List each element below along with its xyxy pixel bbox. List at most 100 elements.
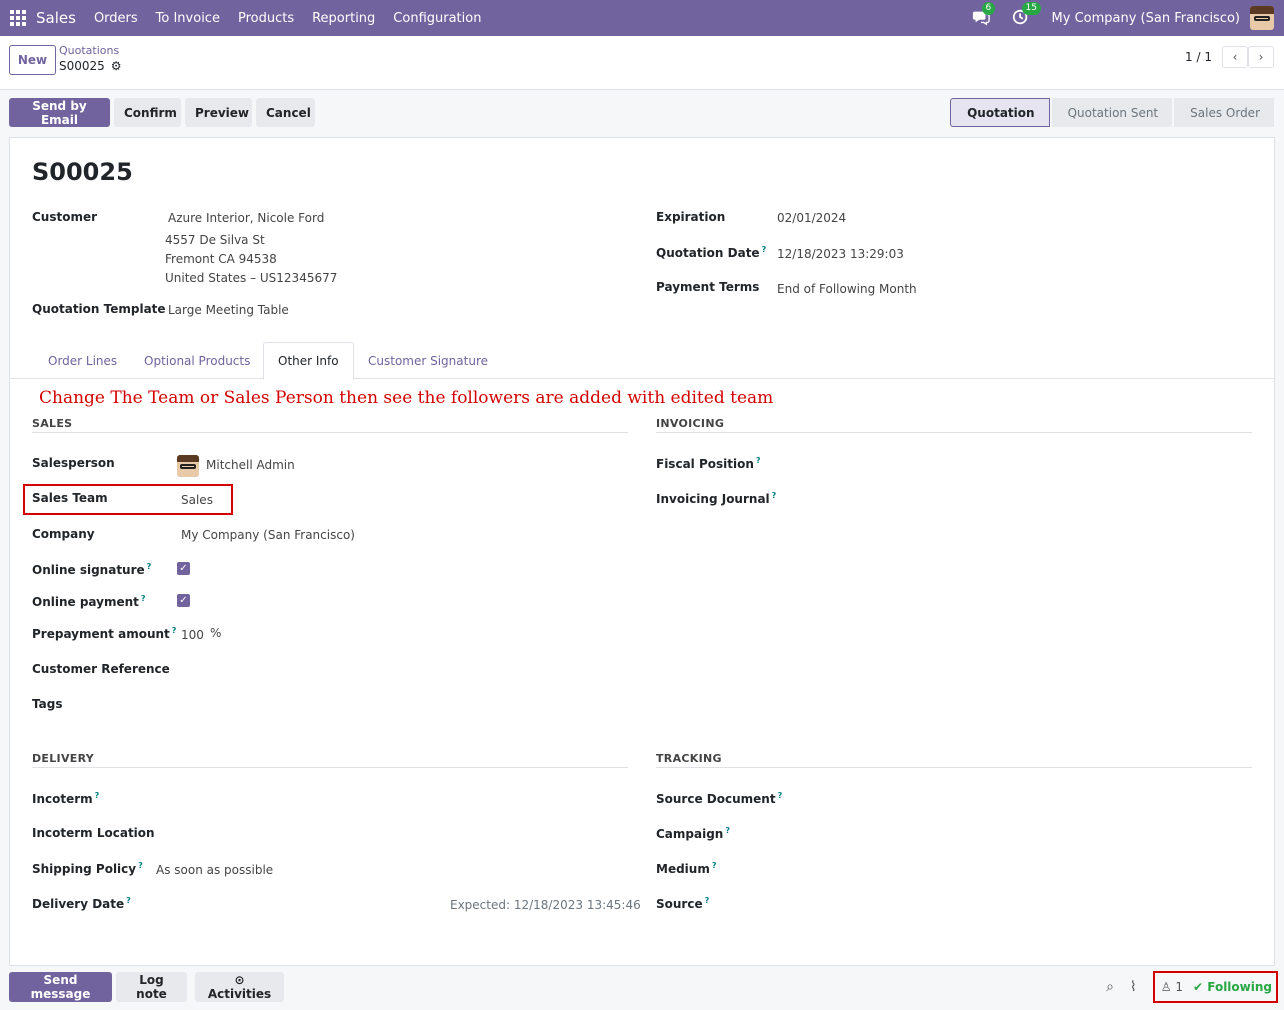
- new-button[interactable]: New: [9, 45, 56, 75]
- medium-label: Medium?: [656, 861, 717, 876]
- tags-label: Tags: [32, 697, 63, 711]
- search-icon[interactable]: ⌕: [1106, 979, 1114, 995]
- activities-clock-icon[interactable]: 15: [1012, 2, 1041, 28]
- help-icon: ?: [755, 456, 761, 465]
- breadcrumb-record: S00025: [59, 59, 105, 73]
- user-icon: ♙: [1160, 980, 1172, 994]
- payment-terms-value[interactable]: End of Following Month: [777, 282, 917, 296]
- tab-customer-signature[interactable]: Customer Signature: [354, 342, 502, 379]
- menu-configuration[interactable]: Configuration: [393, 11, 481, 26]
- messages-icon[interactable]: 6: [972, 2, 996, 28]
- source-label: Source?: [656, 896, 710, 911]
- activities-button[interactable]: ⊙ Activities: [195, 972, 284, 1002]
- quotation-template-value[interactable]: Large Meeting Table: [168, 303, 289, 317]
- help-icon: ?: [725, 826, 730, 835]
- online-payment-label: Online payment?: [32, 594, 146, 609]
- help-icon: ?: [146, 562, 152, 571]
- app-brand[interactable]: Sales: [36, 9, 76, 27]
- gear-icon[interactable]: ⚙: [111, 59, 122, 73]
- salesperson-value[interactable]: Mitchell Admin: [206, 458, 295, 472]
- following-button[interactable]: ✔ Following: [1193, 980, 1272, 994]
- form-sheet: S00025 Customer Azure Interior, Nicole F…: [9, 137, 1275, 966]
- stage-sales-order[interactable]: Sales Order: [1174, 98, 1274, 127]
- breadcrumb-quotations[interactable]: Quotations: [59, 44, 119, 57]
- menu-orders[interactable]: Orders: [94, 11, 138, 26]
- help-icon: ?: [711, 861, 717, 870]
- followers-button[interactable]: ♙ 1: [1161, 980, 1183, 994]
- pager-next-icon[interactable]: ›: [1248, 46, 1274, 68]
- tab-other-info[interactable]: Other Info: [263, 342, 354, 380]
- sales-team-label: Sales Team: [32, 491, 108, 505]
- help-icon: ?: [94, 791, 100, 800]
- quotation-date-value[interactable]: 12/18/2023 13:29:03: [777, 247, 904, 261]
- delivery-date-label: Delivery Date?: [32, 896, 131, 911]
- shipping-policy-label: Shipping Policy?: [32, 861, 143, 876]
- help-icon: ?: [777, 791, 783, 800]
- activities-badge: 15: [1021, 2, 1041, 15]
- pager-value[interactable]: 1 / 1: [1185, 50, 1212, 64]
- stage-quotation[interactable]: Quotation: [950, 98, 1050, 127]
- customer-value[interactable]: Azure Interior, Nicole Ford: [168, 211, 324, 225]
- customer-label: Customer: [32, 210, 98, 224]
- tab-order-lines[interactable]: Order Lines: [34, 342, 131, 379]
- company-value[interactable]: My Company (San Francisco): [181, 528, 355, 542]
- company-switcher[interactable]: My Company (San Francisco): [1052, 11, 1240, 26]
- send-by-email-button[interactable]: Send by Email: [9, 98, 110, 127]
- apps-grid-icon[interactable]: [10, 10, 26, 26]
- delivery-section-title: DELIVERY: [32, 752, 95, 765]
- online-signature-label: Online signature?: [32, 562, 152, 577]
- menu-to-invoice[interactable]: To Invoice: [156, 11, 220, 26]
- breadcrumb-current: S00025 ⚙: [59, 59, 122, 73]
- prepayment-amount-value[interactable]: 100: [181, 628, 204, 642]
- help-icon: ?: [761, 245, 767, 254]
- help-icon: ?: [771, 491, 777, 500]
- tracking-section-title: TRACKING: [656, 752, 722, 765]
- menu-reporting[interactable]: Reporting: [312, 11, 375, 26]
- invoicing-journal-label: Invoicing Journal?: [656, 491, 777, 506]
- chatter-topbar: ⌕ ⌇ ♙ 1 ✔ Following: [1106, 971, 1284, 1003]
- confirm-button[interactable]: Confirm: [114, 98, 181, 127]
- menu-products[interactable]: Products: [238, 11, 294, 26]
- stage-quotation-sent[interactable]: Quotation Sent: [1051, 98, 1173, 127]
- sales-section-divider: [32, 432, 628, 433]
- prepayment-unit: %: [210, 626, 222, 640]
- quotation-template-label: Quotation Template: [32, 302, 166, 316]
- prepayment-amount-label: Prepayment amount?: [32, 626, 177, 641]
- check-icon: ✔: [1192, 980, 1204, 994]
- help-icon: ?: [138, 861, 143, 870]
- record-title: S00025: [32, 158, 133, 186]
- user-avatar[interactable]: [1250, 6, 1274, 30]
- fiscal-position-label: Fiscal Position?: [656, 456, 761, 471]
- help-icon: ?: [704, 896, 710, 905]
- invoicing-section-divider: [656, 432, 1252, 433]
- cancel-button[interactable]: Cancel: [256, 98, 315, 127]
- payment-terms-label: Payment Terms: [656, 280, 760, 294]
- tab-optional-products[interactable]: Optional Products: [130, 342, 264, 379]
- top-navbar: Sales Orders To Invoice Products Reporti…: [0, 0, 1284, 36]
- send-message-button[interactable]: Send message: [9, 972, 112, 1002]
- annotation-note: Change The Team or Sales Person then see…: [39, 388, 774, 408]
- shipping-policy-value[interactable]: As soon as possible: [156, 863, 273, 877]
- notebook-tabs: Order Lines Optional Products Other Info…: [10, 342, 1274, 380]
- quotation-date-label: Quotation Date?: [656, 245, 767, 260]
- expiration-value[interactable]: 02/01/2024: [777, 211, 846, 225]
- pager-previous-icon[interactable]: ‹: [1222, 46, 1248, 68]
- help-icon: ?: [126, 896, 131, 905]
- sales-team-value[interactable]: Sales: [181, 493, 213, 507]
- expected-delivery-date: Expected: 12/18/2023 13:45:46: [450, 898, 641, 912]
- log-note-button[interactable]: Log note: [116, 972, 187, 1002]
- customer-address-line1: 4557 De Silva St: [165, 233, 265, 247]
- attachment-icon[interactable]: ⌇: [1130, 979, 1137, 995]
- preview-button[interactable]: Preview: [185, 98, 252, 127]
- source-document-label: Source Document?: [656, 791, 783, 806]
- online-payment-checkbox[interactable]: ✓: [177, 594, 190, 607]
- incoterm-label: Incoterm?: [32, 791, 100, 806]
- control-panel: New Quotations S00025 ⚙ 1 / 1 ‹ ›: [0, 36, 1284, 90]
- company-label: Company: [32, 527, 95, 541]
- status-bar: Quotation Quotation Sent Sales Order: [948, 98, 1274, 127]
- online-signature-checkbox[interactable]: ✓: [177, 562, 190, 575]
- followers-highlight: ♙ 1 ✔ Following: [1152, 971, 1278, 1003]
- campaign-label: Campaign?: [656, 826, 730, 841]
- delivery-section-divider: [32, 767, 628, 768]
- expiration-label: Expiration: [656, 210, 726, 224]
